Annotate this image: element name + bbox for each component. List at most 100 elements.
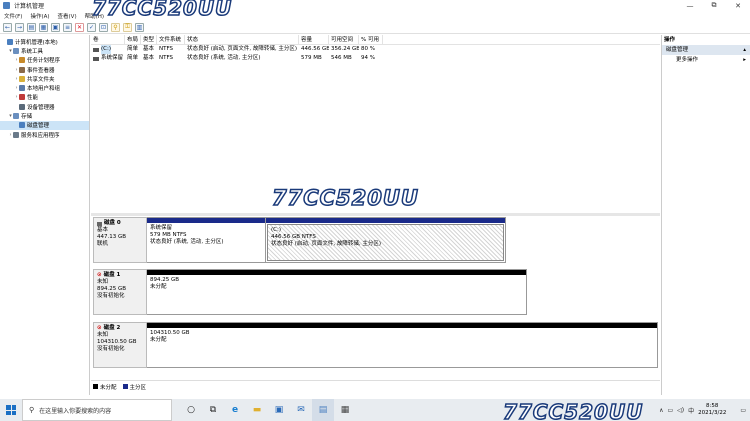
volume-row[interactable]: 系统保留 简单 基本 NTFS 状态良好 (系统, 活动, 主分区) 579 MB 546 …	[91, 54, 660, 63]
close-button[interactable]: ✕	[726, 0, 750, 11]
more-actions-item[interactable]: 更多操作 ▸	[662, 55, 750, 65]
key-icon[interactable]: ⚿	[123, 22, 132, 32]
view-icon[interactable]: ▥	[135, 22, 144, 32]
volume-icon[interactable]: ◁)	[677, 407, 684, 414]
watermark-bottom: 77CC520UU	[502, 399, 644, 421]
partition[interactable]: 系统保留 579 MB NTFS 状态良好 (系统, 活动, 主分区)	[147, 217, 266, 263]
volume-row[interactable]: (C:) 简单 基本 NTFS 状态良好 (启动, 页面文件, 故障转储, 主分区) 44…	[91, 45, 660, 54]
computer-management-icon	[3, 2, 10, 9]
col-layout[interactable]: 布局	[125, 34, 141, 45]
start-button[interactable]	[0, 399, 22, 421]
volume-cell: (C:)	[91, 45, 125, 54]
tree-node-icon	[13, 47, 19, 54]
volume-cell: 546 MB	[331, 55, 352, 61]
tree-item-label: 性能	[27, 95, 39, 102]
disk-name: ⊙ 磁盘 1	[97, 272, 143, 279]
tree-item[interactable]: › 事件查看器	[0, 65, 89, 74]
unknown-app-icon[interactable]: ▦	[334, 399, 356, 421]
show-hide-tree-icon[interactable]: ▦	[39, 22, 48, 32]
edge-icon[interactable]: e	[224, 399, 246, 421]
network-icon[interactable]: ▭	[667, 407, 673, 414]
tree-item[interactable]: ▾ 系统工具	[0, 46, 89, 55]
partition-body: 894.25 GB 未分配	[147, 275, 526, 314]
disk-name: ⊙ 磁盘 2	[97, 325, 143, 332]
col-capacity[interactable]: 容量	[299, 34, 329, 45]
disk-label[interactable]: ⊙ 磁盘 2 未知 104310.50 GB 没有初始化	[93, 322, 147, 368]
volume-cell: 状态良好 (系统, 活动, 主分区)	[187, 55, 261, 61]
partition-line1: 446.56 GB NTFS	[271, 234, 316, 240]
col-free-space[interactable]: 可用空间	[329, 34, 359, 45]
task-view-icon[interactable]: ⧉	[202, 399, 224, 421]
mail-icon[interactable]: ✉	[290, 399, 312, 421]
partition[interactable]: 894.25 GB 未分配	[147, 269, 527, 315]
disk-type: 基本	[97, 227, 109, 233]
file-explorer-icon[interactable]: ▬	[246, 399, 268, 421]
col-type[interactable]: 类型	[141, 34, 157, 45]
properties-icon[interactable]: ▣	[51, 22, 60, 32]
tree-item[interactable]: › 共享文件夹	[0, 74, 89, 83]
menu-action[interactable]: 操作(A)	[30, 12, 49, 20]
volume-cell: 579 MB	[301, 55, 322, 61]
actions-section-disk-management[interactable]: 磁盘管理 ▴	[662, 45, 750, 55]
legend-unallocated: 未分配	[100, 384, 117, 391]
up-folder-icon[interactable]: ▤	[27, 22, 36, 32]
disk-graphical-view: 磁盘 0 基本 447.13 GB 联机 系统保留 579 MB NTFS 状态良好 (系统…	[91, 216, 660, 380]
partition-line1: 579 MB NTFS	[150, 232, 187, 238]
menu-file[interactable]: 文件(F)	[4, 12, 22, 20]
volume-cell: NTFS	[159, 46, 174, 52]
connect-icon[interactable]: ≡	[63, 22, 72, 32]
col-volume[interactable]: 卷	[91, 34, 125, 45]
input-language[interactable]: 中	[688, 406, 694, 415]
disk-type: 未知	[97, 332, 109, 338]
store-icon[interactable]: ▣	[268, 399, 290, 421]
disk-label[interactable]: ⊙ 磁盘 1 未知 894.25 GB 没有初始化	[93, 269, 147, 315]
drive-icon	[93, 56, 99, 61]
check-disk-icon[interactable]: ✓	[87, 22, 96, 32]
tree-item-label: 存储	[21, 114, 33, 121]
cortana-icon[interactable]: ○	[180, 399, 202, 421]
col-status[interactable]: 状态	[185, 34, 299, 45]
tree-node-icon	[19, 122, 25, 129]
disk-size: 894.25 GB	[97, 286, 127, 292]
tree-item[interactable]: › 本地用户和组	[0, 83, 89, 92]
col-percent-free[interactable]: % 可用	[359, 34, 383, 45]
clock[interactable]: 8:58 2021/3/22	[698, 403, 726, 417]
disk-name-text: 磁盘 2	[103, 325, 121, 331]
notification-icon[interactable]: ▭	[740, 407, 746, 414]
delete-icon[interactable]: ✕	[75, 22, 84, 32]
col-filesystem[interactable]: 文件系统	[157, 34, 185, 45]
clock-time: 8:58	[706, 403, 719, 409]
minimize-button[interactable]: —	[678, 0, 702, 11]
maximize-button[interactable]: ⧉	[702, 0, 726, 11]
search-icon[interactable]: ⚲	[111, 22, 120, 32]
tree-item[interactable]: › 服务和应用程序	[0, 130, 89, 139]
legend-swatch-unallocated	[93, 384, 98, 389]
submenu-arrow-icon: ▸	[743, 57, 746, 63]
tree-item[interactable]: 计算机管理(本地)	[0, 37, 89, 46]
volume-cell: 80 %	[361, 46, 375, 52]
back-icon[interactable]: ←	[3, 22, 12, 32]
computer-management-taskbar-icon[interactable]: ▤	[312, 399, 334, 421]
taskbar-search-box[interactable]: ⚲ 在这里输入你要搜索的内容	[22, 399, 172, 421]
tree-item[interactable]: ▾ 存储	[0, 111, 89, 120]
tray-chevron-icon[interactable]: ∧	[659, 407, 663, 414]
volume-cell: 94 %	[361, 55, 375, 61]
tree-item[interactable]: › 性能	[0, 93, 89, 102]
tree-node-icon	[19, 66, 25, 73]
tree-node-icon	[19, 75, 25, 82]
disk-not-initialized-icon: ⊙	[97, 272, 102, 278]
tree-item[interactable]: 磁盘管理	[0, 120, 89, 130]
forward-icon[interactable]: →	[15, 22, 24, 32]
open-icon[interactable]: ⊡	[99, 22, 108, 32]
partition-body: (C:) 446.56 GB NTFS 状态良好 (启动, 页面文件, 故障转储, …	[267, 224, 504, 261]
volume-cell: 状态良好 (启动, 页面文件, 故障转储, 主分区)	[187, 46, 298, 52]
tree-item[interactable]: › 任务计划程序	[0, 56, 89, 65]
tree-item[interactable]: 设备管理器	[0, 102, 89, 111]
disk-label[interactable]: 磁盘 0 基本 447.13 GB 联机	[93, 217, 147, 263]
partition[interactable]: 104310.50 GB 未分配	[147, 322, 658, 368]
menu-view[interactable]: 查看(V)	[58, 12, 77, 20]
disk-row: 磁盘 0 基本 447.13 GB 联机 系统保留 579 MB NTFS 状态良好 (系统…	[93, 217, 506, 263]
partition[interactable]: (C:) 446.56 GB NTFS 状态良好 (启动, 页面文件, 故障转储, …	[266, 217, 506, 263]
actions-header: 操作	[664, 37, 676, 43]
tree-node-icon	[13, 113, 19, 120]
